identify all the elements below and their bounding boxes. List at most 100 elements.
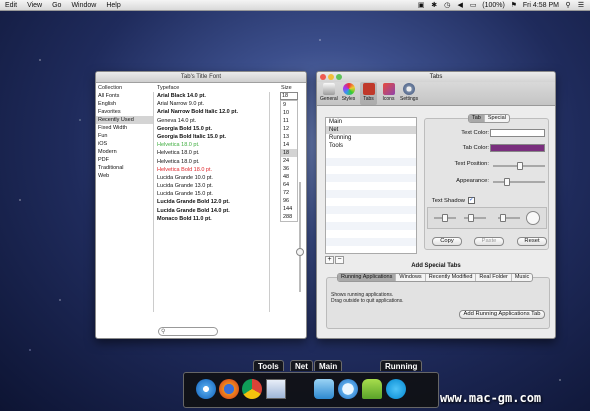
collection-item[interactable]: PDF xyxy=(96,156,153,164)
text-color-well[interactable] xyxy=(490,129,545,137)
close-icon[interactable] xyxy=(320,74,326,80)
size-item[interactable]: 72 xyxy=(281,189,297,197)
typeface-item[interactable]: Helvetica Bold 18.0 pt. xyxy=(155,166,269,174)
spotlight-icon[interactable]: ⚲ xyxy=(564,2,572,9)
toolbar-general[interactable]: General xyxy=(320,82,338,105)
collection-item[interactable]: Recently Used xyxy=(96,116,153,124)
typeface-item[interactable]: Georgia Bold Italic 15.0 pt. xyxy=(155,133,269,141)
typeface-item[interactable]: Helvetica 18.0 pt. xyxy=(155,141,269,149)
typeface-item[interactable]: Arial Black 14.0 pt. xyxy=(155,92,269,100)
special-tab-option[interactable]: Running Applications xyxy=(338,274,397,281)
typeface-item[interactable]: Lucida Grande 10.0 pt. xyxy=(155,174,269,182)
typeface-header[interactable]: Typeface xyxy=(155,84,279,92)
appearance-slider[interactable] xyxy=(493,178,545,186)
firefox-icon[interactable] xyxy=(219,379,239,399)
preview-icon[interactable] xyxy=(266,379,286,399)
typeface-item[interactable]: Georgia Bold 15.0 pt. xyxy=(155,125,269,133)
shadow-x-slider[interactable] xyxy=(434,214,456,222)
reset-button[interactable]: Reset xyxy=(517,237,547,246)
typeface-item[interactable]: Lucida Grande 15.0 pt. xyxy=(155,190,269,198)
size-header[interactable]: Size xyxy=(279,84,292,92)
size-item[interactable]: 24 xyxy=(281,157,297,165)
toolbar-styles[interactable]: Styles xyxy=(340,82,357,105)
app-status-icon[interactable]: ▣ xyxy=(417,2,425,9)
special-tab-option[interactable]: Windows xyxy=(396,274,426,281)
toolbar-settings[interactable]: Settings xyxy=(400,82,418,105)
text-position-knob[interactable] xyxy=(517,162,523,170)
size-item[interactable]: 144 xyxy=(281,205,297,213)
copy-button[interactable]: Copy xyxy=(432,237,462,246)
size-item[interactable]: 12 xyxy=(281,125,297,133)
collection-item[interactable]: Fun xyxy=(96,132,153,140)
battery-icon[interactable]: ▭ xyxy=(469,2,477,9)
tab-list-item[interactable]: Main xyxy=(326,118,416,126)
size-item[interactable]: 48 xyxy=(281,173,297,181)
typeface-item[interactable]: Geneva 14.0 pt. xyxy=(155,117,269,125)
typeface-item[interactable]: Arial Narrow Bold Italic 12.0 pt. xyxy=(155,108,269,116)
shadow-blur-slider[interactable] xyxy=(498,214,520,222)
dock-tab-tools[interactable]: Tools xyxy=(253,360,284,371)
collection-item[interactable]: Modern xyxy=(96,148,153,156)
chrome-icon[interactable] xyxy=(242,379,262,399)
size-item[interactable]: 9 xyxy=(281,101,297,109)
shadow-angle-dial[interactable] xyxy=(526,211,540,225)
collection-item[interactable]: Fixed Width xyxy=(96,124,153,132)
typeface-item[interactable]: Arial Narrow 9.0 pt. xyxy=(155,100,269,108)
shadow-y-slider[interactable] xyxy=(464,214,486,222)
collection-header[interactable]: Collection xyxy=(96,84,155,92)
skype-icon[interactable] xyxy=(386,379,406,399)
collection-item[interactable]: Traditional xyxy=(96,164,153,172)
menu-view[interactable]: View xyxy=(22,2,47,9)
special-tab-option[interactable]: Real Folder xyxy=(476,274,512,281)
size-item[interactable]: 11 xyxy=(281,117,297,125)
messages-icon[interactable] xyxy=(338,379,358,399)
android-icon[interactable] xyxy=(362,379,382,399)
tab-list-item[interactable]: Net xyxy=(326,126,416,134)
text-shadow-checkbox[interactable]: ✓ xyxy=(468,197,475,204)
add-running-apps-tab-button[interactable]: Add Running Applications Tab xyxy=(459,310,545,319)
segment-special[interactable]: Special xyxy=(485,115,509,122)
menu-edit[interactable]: Edit xyxy=(0,2,22,9)
typeface-item[interactable]: Lucida Grande Bold 12.0 pt. xyxy=(155,198,269,206)
size-slider-knob[interactable] xyxy=(296,248,304,256)
menu-help[interactable]: Help xyxy=(101,2,125,9)
tab-list-item[interactable]: Running xyxy=(326,134,416,142)
dock-tab-main[interactable]: Main xyxy=(314,360,343,371)
typeface-item[interactable]: Helvetica 18.0 pt. xyxy=(155,158,269,166)
size-item[interactable]: 18 xyxy=(281,149,297,157)
tab-list-item[interactable]: Tools xyxy=(326,142,416,150)
size-item[interactable]: 288 xyxy=(281,213,297,221)
size-item[interactable]: 96 xyxy=(281,197,297,205)
segment-tab[interactable]: Tab xyxy=(469,115,485,122)
bluetooth-icon[interactable]: ✱ xyxy=(430,2,438,9)
tab-color-well[interactable] xyxy=(490,144,545,152)
special-tab-option[interactable]: Recently Modified xyxy=(426,274,477,281)
menu-window[interactable]: Window xyxy=(66,2,101,9)
collection-list[interactable]: All Fonts English Favorites Recently Used Fi… xyxy=(96,92,154,312)
timemachine-icon[interactable]: ◷ xyxy=(443,2,451,9)
dock-tab-running[interactable]: Running xyxy=(380,360,423,371)
size-item[interactable]: 13 xyxy=(281,133,297,141)
size-slider[interactable] xyxy=(296,182,304,292)
typeface-list[interactable]: Arial Black 14.0 pt. Arial Narrow 9.0 pt.… xyxy=(155,92,270,312)
safari-icon[interactable] xyxy=(196,379,216,399)
typeface-item[interactable]: Helvetica 18.0 pt. xyxy=(155,149,269,157)
font-search-field[interactable]: ⚲ xyxy=(158,327,218,336)
appearance-knob[interactable] xyxy=(504,178,510,186)
flag-icon[interactable]: ⚑ xyxy=(510,2,518,9)
size-item[interactable]: 10 xyxy=(281,109,297,117)
size-item[interactable]: 64 xyxy=(281,181,297,189)
typeface-item[interactable]: Lucida Grande Bold 14.0 pt. xyxy=(155,207,269,215)
dock-tab-net[interactable]: Net xyxy=(290,360,313,371)
collection-item[interactable]: Web xyxy=(96,172,153,180)
zoom-icon[interactable] xyxy=(336,74,342,80)
shadow-blur-knob[interactable] xyxy=(500,214,506,222)
shadow-y-knob[interactable] xyxy=(468,214,474,222)
volume-icon[interactable]: ◀ xyxy=(456,2,464,9)
toolbar-icons[interactable]: Icons xyxy=(380,82,397,105)
collection-item[interactable]: English xyxy=(96,100,153,108)
notifications-icon[interactable]: ☰ xyxy=(577,2,585,9)
text-position-slider[interactable] xyxy=(493,162,545,170)
size-item[interactable]: 14 xyxy=(281,141,297,149)
collection-item[interactable]: Favorites xyxy=(96,108,153,116)
